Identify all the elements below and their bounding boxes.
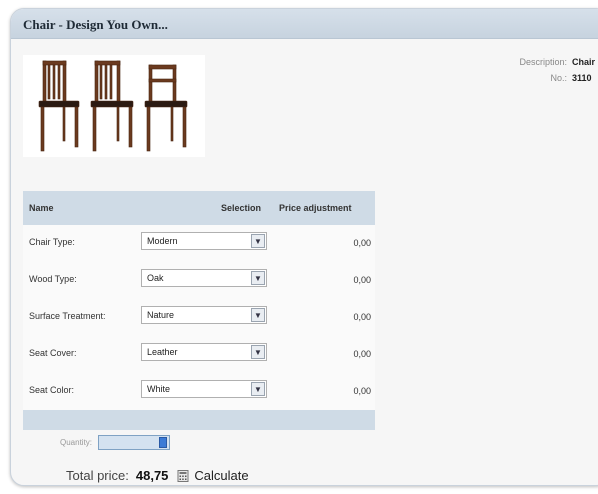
chevron-down-icon[interactable]: ▼	[251, 345, 265, 359]
chairs-image	[23, 55, 205, 157]
options-table: Name Selection Price adjustment Chair Ty…	[23, 191, 375, 430]
surface-treatment-select[interactable]: Nature ▼	[141, 306, 267, 324]
total-value: 48,75	[135, 468, 169, 483]
price-adjustment: 0,00	[353, 275, 371, 285]
meta-number: No.: 3110	[471, 73, 595, 83]
calculator-icon[interactable]	[177, 469, 189, 482]
titlebar: Chair - Design You Own...	[11, 9, 598, 39]
meta-label: Description:	[519, 57, 567, 67]
quantity-label: Quantity:	[60, 438, 93, 447]
quantity-spinner[interactable]	[159, 437, 168, 448]
option-row-chair-type: Chair Type: Modern ▼ 0,00	[23, 225, 375, 262]
option-row-surface-treatment: Surface Treatment: Nature ▼ 0,00	[23, 299, 375, 336]
chevron-down-icon[interactable]: ▼	[251, 308, 265, 322]
calculate-button[interactable]: Calculate	[194, 468, 248, 483]
option-row-seat-color: Seat Color: White ▼ 0,00	[23, 373, 375, 410]
chevron-down-icon[interactable]: ▼	[251, 382, 265, 396]
select-value: Nature	[147, 310, 175, 320]
option-row-wood-type: Wood Type: Oak ▼ 0,00	[23, 262, 375, 299]
option-label: Seat Cover:	[29, 348, 77, 358]
option-label: Chair Type:	[29, 237, 75, 247]
wood-type-select[interactable]: Oak ▼	[141, 269, 267, 287]
price-adjustment: 0,00	[353, 238, 371, 248]
meta-value: Chair	[572, 57, 596, 67]
options-footer	[23, 410, 375, 430]
option-label: Surface Treatment:	[29, 311, 106, 321]
option-row-seat-cover: Seat Cover: Leather ▼ 0,00	[23, 336, 375, 373]
seat-color-select[interactable]: White ▼	[141, 380, 267, 398]
price-adjustment: 0,00	[353, 312, 371, 322]
header-name: Name	[29, 203, 54, 213]
select-value: White	[147, 384, 171, 394]
meta-label: No.:	[550, 73, 567, 83]
price-adjustment: 0,00	[353, 386, 371, 396]
meta-value: 3110	[572, 73, 592, 83]
option-label: Wood Type:	[29, 274, 77, 284]
configurator-window: Chair - Design You Own... Description: C…	[10, 8, 598, 486]
product-meta: Description: Chair No.: 3110	[471, 57, 595, 89]
price-adjustment: 0,00	[353, 349, 371, 359]
header-price: Price adjustment	[279, 203, 352, 213]
option-label: Seat Color:	[29, 385, 75, 395]
select-value: Modern	[147, 236, 178, 246]
meta-description: Description: Chair	[471, 57, 595, 67]
window-title: Chair - Design You Own...	[23, 17, 168, 32]
select-value: Leather	[147, 347, 178, 357]
select-value: Oak	[147, 273, 164, 283]
header-selection: Selection	[221, 203, 262, 213]
seat-cover-select[interactable]: Leather ▼	[141, 343, 267, 361]
total-label: Total price:	[66, 468, 129, 483]
chevron-down-icon[interactable]: ▼	[251, 234, 265, 248]
chevron-down-icon[interactable]: ▼	[251, 271, 265, 285]
total-price: Total price: 48,75 Calculate	[66, 468, 249, 483]
quantity-field-group: Quantity:	[60, 435, 171, 450]
quantity-input[interactable]	[98, 435, 171, 450]
chair-type-select[interactable]: Modern ▼	[141, 232, 267, 250]
options-header: Name Selection Price adjustment	[23, 191, 375, 225]
